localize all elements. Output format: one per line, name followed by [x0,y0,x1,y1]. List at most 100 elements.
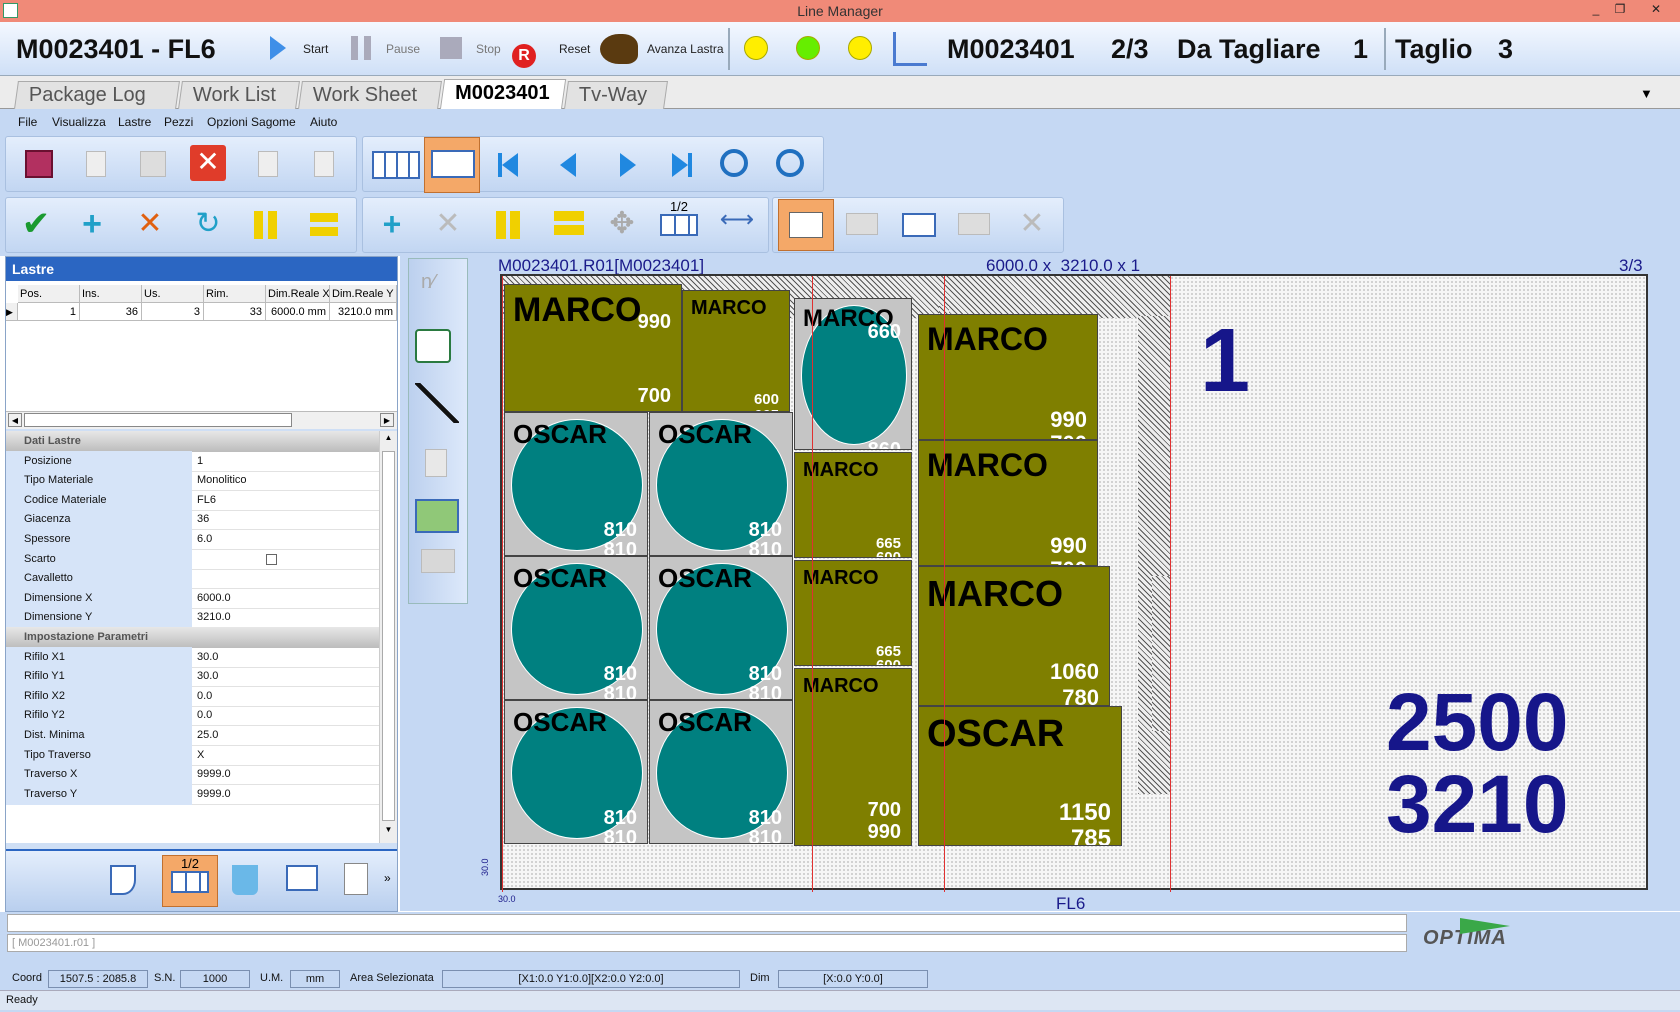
minimize-button[interactable]: _ [1584,2,1608,18]
property-value[interactable]: 1 [193,451,379,472]
align-horizontal-icon[interactable] [304,205,344,245]
property-value[interactable]: 25.0 [193,725,379,746]
piece-marco[interactable]: MARCO990700 [504,284,682,412]
tab-work-sheet[interactable]: Work Sheet [298,81,442,109]
save-icon[interactable] [20,145,60,185]
piece-oscar[interactable]: OSCAR 810 810 [504,412,648,556]
start-icon[interactable] [270,36,286,60]
property-vertical-scrollbar[interactable]: ▲ ▼ [379,431,397,843]
property-row[interactable]: Tipo Traverso X [6,744,379,766]
confirm-icon[interactable]: ✔ [16,205,56,245]
scroll-thumb[interactable] [382,451,395,821]
zoom-in-icon[interactable] [716,145,756,185]
table-row[interactable]: 3210.0 mm [330,303,397,321]
add-piece-icon[interactable]: + [372,205,412,245]
command-input[interactable] [7,914,1407,932]
property-value[interactable]: X [193,745,379,766]
property-row[interactable]: Scarto [6,548,379,570]
property-row[interactable]: Posizione 1 [6,450,379,472]
add-icon[interactable]: + [72,205,112,245]
avanza-icon[interactable] [600,34,638,64]
stretch-icon[interactable]: ⟷ [714,205,760,245]
property-row[interactable]: Dist. Minima 25.0 [6,725,379,746]
scroll-down-icon[interactable]: ▼ [382,825,395,838]
tab-package-log[interactable]: Package Log [14,81,180,109]
reset-button[interactable]: Reset [559,42,590,56]
property-row[interactable]: Rifilo Y2 0.0 [6,705,379,727]
report-icon[interactable] [344,863,368,895]
piece-oscar[interactable]: OSCAR 1150 785 [918,706,1122,846]
previous-icon[interactable] [548,145,588,185]
property-row[interactable]: Codice Materiale FL6 [6,489,379,511]
avanza-button[interactable]: Avanza Lastra [647,42,724,56]
shape-edit-icon[interactable] [898,205,938,245]
gallery-icon[interactable] [415,329,451,363]
property-row[interactable]: Traverso Y 9999.0 [6,783,379,805]
property-value[interactable]: 30.0 [193,666,379,687]
tab-tv-way[interactable]: Tv-Way [564,81,668,109]
align-vertical-icon[interactable] [246,205,286,245]
property-value[interactable]: 30.0 [193,647,379,668]
rotate-icon[interactable]: ↻ [188,205,228,245]
property-value[interactable]: 6000.0 [193,588,379,609]
property-value[interactable]: 36 [193,509,379,530]
table-row[interactable]: 33 [204,303,266,321]
zoom-out-icon[interactable] [772,145,812,185]
scroll-thumb[interactable] [24,413,292,427]
cutting-canvas[interactable]: M0023401.R01[M0023401] 6000.0 x 3210.0 x… [400,256,1680,913]
property-row[interactable]: Dimensione Y 3210.0 [6,607,379,629]
property-value[interactable]: Monolitico [193,470,379,491]
property-row[interactable]: Rifilo X2 0.0 [6,685,379,707]
piece-oscar[interactable]: OSCAR 810 810 [504,700,648,844]
property-value[interactable] [193,568,379,589]
scroll-left-icon[interactable]: ◀ [8,413,22,427]
half-icon[interactable]: 1/2 [656,199,702,239]
lastre-grid[interactable]: Pos. Ins. Us. Rim. Dim.Reale X Dim.Reale… [6,281,397,421]
property-value[interactable]: 3210.0 [193,607,379,628]
menu-aiuto[interactable]: Aiuto [310,115,337,129]
property-value[interactable]: 9999.0 [193,764,379,785]
property-row[interactable]: Tipo Materiale Monolitico [6,470,379,492]
single-view-icon[interactable] [424,137,480,193]
property-row[interactable]: Giacenza 36 [6,509,379,531]
property-row[interactable]: Traverso X 9999.0 [6,764,379,786]
piece-marco[interactable]: MARCO 1060 780 [918,566,1110,706]
shape-help-icon[interactable] [778,199,834,251]
pause-button[interactable]: Pause [386,42,420,56]
property-row[interactable]: Cavalletto [6,568,379,590]
scroll-right-icon[interactable]: ▶ [380,413,394,427]
stop-icon[interactable] [440,37,462,59]
table-row[interactable]: 36 [80,303,142,321]
menu-pezzi[interactable]: Pezzi [164,115,193,129]
delete-icon[interactable]: ✕ [190,145,230,185]
menu-opzioni-sagome[interactable]: Opzioni Sagome [207,115,296,129]
shapes-icon[interactable] [110,865,136,895]
table-row[interactable]: 6000.0 mm [266,303,330,321]
tab-work-list[interactable]: Work List [178,81,300,109]
next-icon[interactable] [606,145,646,185]
piece-oscar[interactable]: OSCAR 810 810 [649,556,793,700]
pause-icon[interactable] [351,36,371,60]
property-value[interactable]: 0.0 [193,705,379,726]
stop-button[interactable]: Stop [476,42,501,56]
last-icon[interactable] [660,145,700,185]
restore-button[interactable]: ❐ [1608,2,1632,18]
property-row[interactable]: Rifilo Y1 30.0 [6,666,379,688]
table-row[interactable]: 1 [18,303,80,321]
tab-m0023401[interactable]: M0023401 [439,79,567,110]
grid-horizontal-scrollbar[interactable]: ◀ ▶ [6,411,397,429]
scarto-checkbox[interactable] [266,553,277,565]
glass-sheet[interactable]: 1 2500 3210 MARCO990700MARCO600665MARCO6… [500,274,1648,892]
menu-file[interactable]: File [18,115,37,129]
scroll-up-icon[interactable]: ▲ [382,433,395,446]
piece-marco[interactable]: MARCO990700 [918,440,1098,566]
piece-oscar[interactable]: OSCAR 810 810 [504,556,648,700]
cut-diagonal-icon[interactable] [415,383,459,423]
landscape-icon[interactable] [415,499,459,533]
remove-icon[interactable]: ✕ [130,205,170,245]
shift-icon[interactable] [546,205,586,245]
piece-marco[interactable]: MARCO990700 [918,314,1098,440]
reset-icon[interactable]: R [512,44,536,68]
property-value[interactable]: FL6 [193,490,379,511]
table-row[interactable]: 3 [142,303,204,321]
